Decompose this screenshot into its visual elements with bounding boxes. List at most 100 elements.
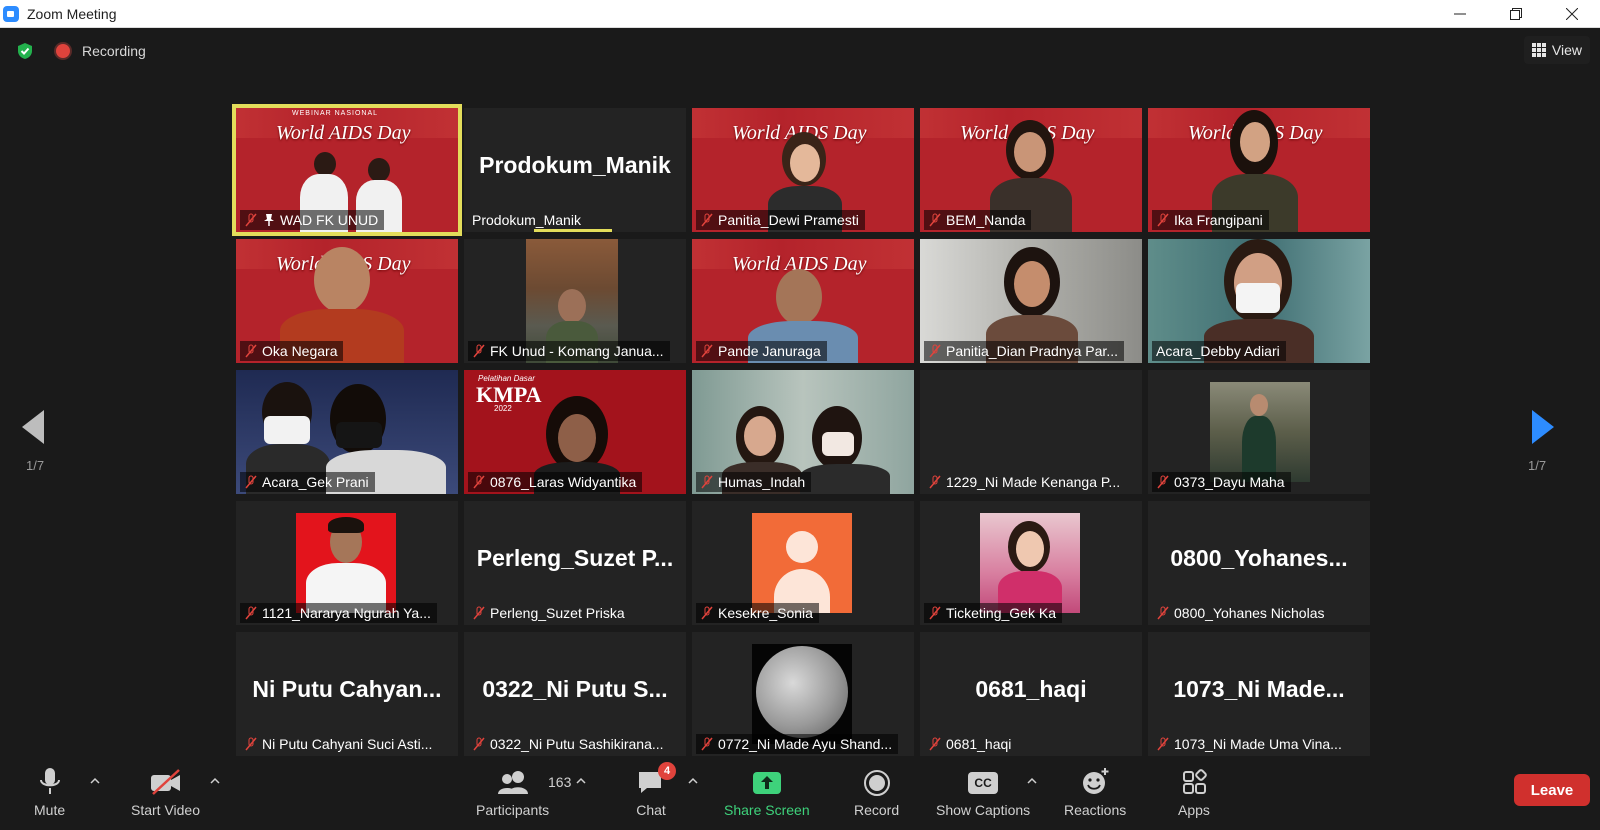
participants-options-chevron-up-icon[interactable] [576,776,586,786]
participant-face [1016,531,1044,567]
participant-name: Ticketing_Gek Ka [946,605,1056,621]
face-mask [822,432,854,456]
participant-face [1250,394,1268,416]
video-tile[interactable]: World AIDS Day BEM_Nanda [920,108,1142,232]
muted-mic-icon [473,606,485,620]
video-tile[interactable]: Ni Putu Cahyan... Ni Putu Cahyani Suci A… [236,632,458,756]
video-tile[interactable]: Acara_Debby Adiari [1148,239,1370,363]
participant-display-name: 0322_Ni Putu S... [482,676,668,702]
participant-name: Panitia_Dian Pradnya Par... [946,343,1118,359]
participant-display-name: Prodokum_Manik [479,152,671,178]
participant-face [1240,122,1270,162]
share-screen-button[interactable]: Share Screen [724,760,810,818]
participant-display-name: 0800_Yohanes... [1170,545,1348,571]
chat-options-chevron-up-icon[interactable] [688,776,698,786]
participant-name-tag: Humas_Indah [696,472,812,492]
audio-options-chevron-up-icon[interactable] [90,776,100,786]
video-tile[interactable]: World AIDS Day Oka Negara [236,239,458,363]
apps-label: Apps [1178,802,1210,818]
video-tile[interactable]: 0681_haqi 0681_haqi [920,632,1142,756]
video-tile[interactable]: 0772_Ni Made Ayu Shand... [692,632,914,756]
video-tile[interactable]: 1073_Ni Made... 1073_Ni Made Uma Vina... [1148,632,1370,756]
kmpa-year: 2022 [494,404,512,413]
record-label: Record [854,802,900,818]
meeting-topbar: Recording View [0,28,1600,74]
minimize-icon [1454,13,1466,14]
banner-title: World AIDS Day [276,122,411,144]
participant-name-tag: Panitia_Dian Pradnya Par... [924,341,1124,361]
mute-button[interactable]: Mute [34,760,65,818]
previous-page-button[interactable] [22,410,46,449]
video-tile[interactable]: Kesekre_Sonia [692,501,914,625]
muted-mic-icon [701,475,713,489]
participant-face [744,416,776,456]
show-captions-button[interactable]: CC Show Captions [936,760,1030,818]
start-video-button[interactable]: Start Video [131,760,200,818]
video-tile[interactable]: 0322_Ni Putu S... 0322_Ni Putu Sashikira… [464,632,686,756]
video-tile[interactable]: World AIDS Day Panitia_Dewi Pramesti [692,108,914,232]
banner-subtitle: WEBINAR NASIONAL [292,110,379,117]
apps-button[interactable]: Apps [1178,760,1210,818]
participant-name: Kesekre_Sonia [718,605,813,621]
muted-mic-icon [929,213,941,227]
chat-unread-badge: 4 [658,762,676,780]
security-shield-icon[interactable] [16,42,34,60]
video-tile[interactable]: Perleng_Suzet P... Perleng_Suzet Priska [464,501,686,625]
window-titlebar: Zoom Meeting [0,0,1600,28]
reactions-button[interactable]: Reactions [1064,760,1126,818]
video-tile[interactable]: Acara_Gek Prani [236,370,458,494]
video-tile[interactable]: WEBINAR NASIONAL World AIDS Day WAD FK U… [232,104,462,236]
video-tile[interactable]: Panitia_Dian Pradnya Par... [920,239,1142,363]
show-captions-label: Show Captions [936,802,1031,818]
participant-name: Panitia_Dewi Pramesti [718,212,859,228]
participant-name-tag: 1073_Ni Made Uma Vina... [1152,734,1348,754]
participant-name-tag: 0322_Ni Putu Sashikirana... [468,734,670,754]
reactions-label: Reactions [1064,802,1127,818]
record-button[interactable]: Record [854,760,899,818]
arrow-right-icon [1532,410,1554,444]
start-video-label: Start Video [131,802,201,818]
participant-head [314,152,336,176]
participant-name: Perleng_Suzet Priska [490,605,625,621]
participant-display-name: Perleng_Suzet P... [476,545,674,571]
captions-options-chevron-up-icon[interactable] [1027,776,1037,786]
video-tile[interactable]: 0800_Yohanes... 0800_Yohanes Nicholas [1148,501,1370,625]
moon-icon [756,646,848,738]
reactions-icon [1083,768,1109,794]
video-tile[interactable]: 0373_Dayu Maha [1148,370,1370,494]
video-tile[interactable]: 1229_Ni Made Kenanga P... [920,370,1142,494]
next-page-button[interactable] [1530,410,1554,449]
restore-button[interactable] [1488,0,1544,27]
face-mask [264,416,310,444]
closed-captions-icon: CC [968,772,999,794]
participants-label: Participants [476,802,550,818]
close-icon [1566,7,1578,20]
muted-mic-icon [245,606,257,620]
close-button[interactable] [1544,0,1600,27]
recording-label: Recording [82,43,146,59]
muted-mic-icon [245,737,257,751]
video-tile[interactable]: Pelatihan Dasar KMPA 2022 0876_Laras Wid… [464,370,686,494]
video-tile[interactable]: Ticketing_Gek Ka [920,501,1142,625]
video-tile[interactable]: World AIDS Day Ika Frangipani [1148,108,1370,232]
participant-face [1014,261,1050,307]
participant-name-tag: Prodokum_Manik [468,210,587,230]
participant-name-tag: 1229_Ni Made Kenanga P... [924,472,1126,492]
video-tile[interactable]: World AIDS Day Pande Januraga [692,239,914,363]
participant-body [800,464,890,494]
participants-button[interactable]: Participants [476,760,549,818]
video-tile[interactable]: Humas_Indah [692,370,914,494]
video-options-chevron-up-icon[interactable] [210,776,220,786]
view-button[interactable]: View [1523,36,1590,64]
participant-name-tag: Kesekre_Sonia [696,603,819,623]
recording-indicator-icon[interactable] [56,44,70,58]
leave-button[interactable]: Leave [1514,774,1590,806]
captions-icon-text: CC [974,776,992,790]
minimize-button[interactable] [1432,0,1488,27]
muted-mic-icon [1157,737,1169,751]
participant-name-tag: Ika Frangipani [1152,210,1269,230]
video-tile[interactable]: Prodokum_Manik Prodokum_Manik [464,108,686,232]
participant-name: 0322_Ni Putu Sashikirana... [490,736,664,752]
video-tile[interactable]: FK Unud - Komang Janua... [464,239,686,363]
video-tile[interactable]: 1121_Nararya Ngurah Ya... [236,501,458,625]
